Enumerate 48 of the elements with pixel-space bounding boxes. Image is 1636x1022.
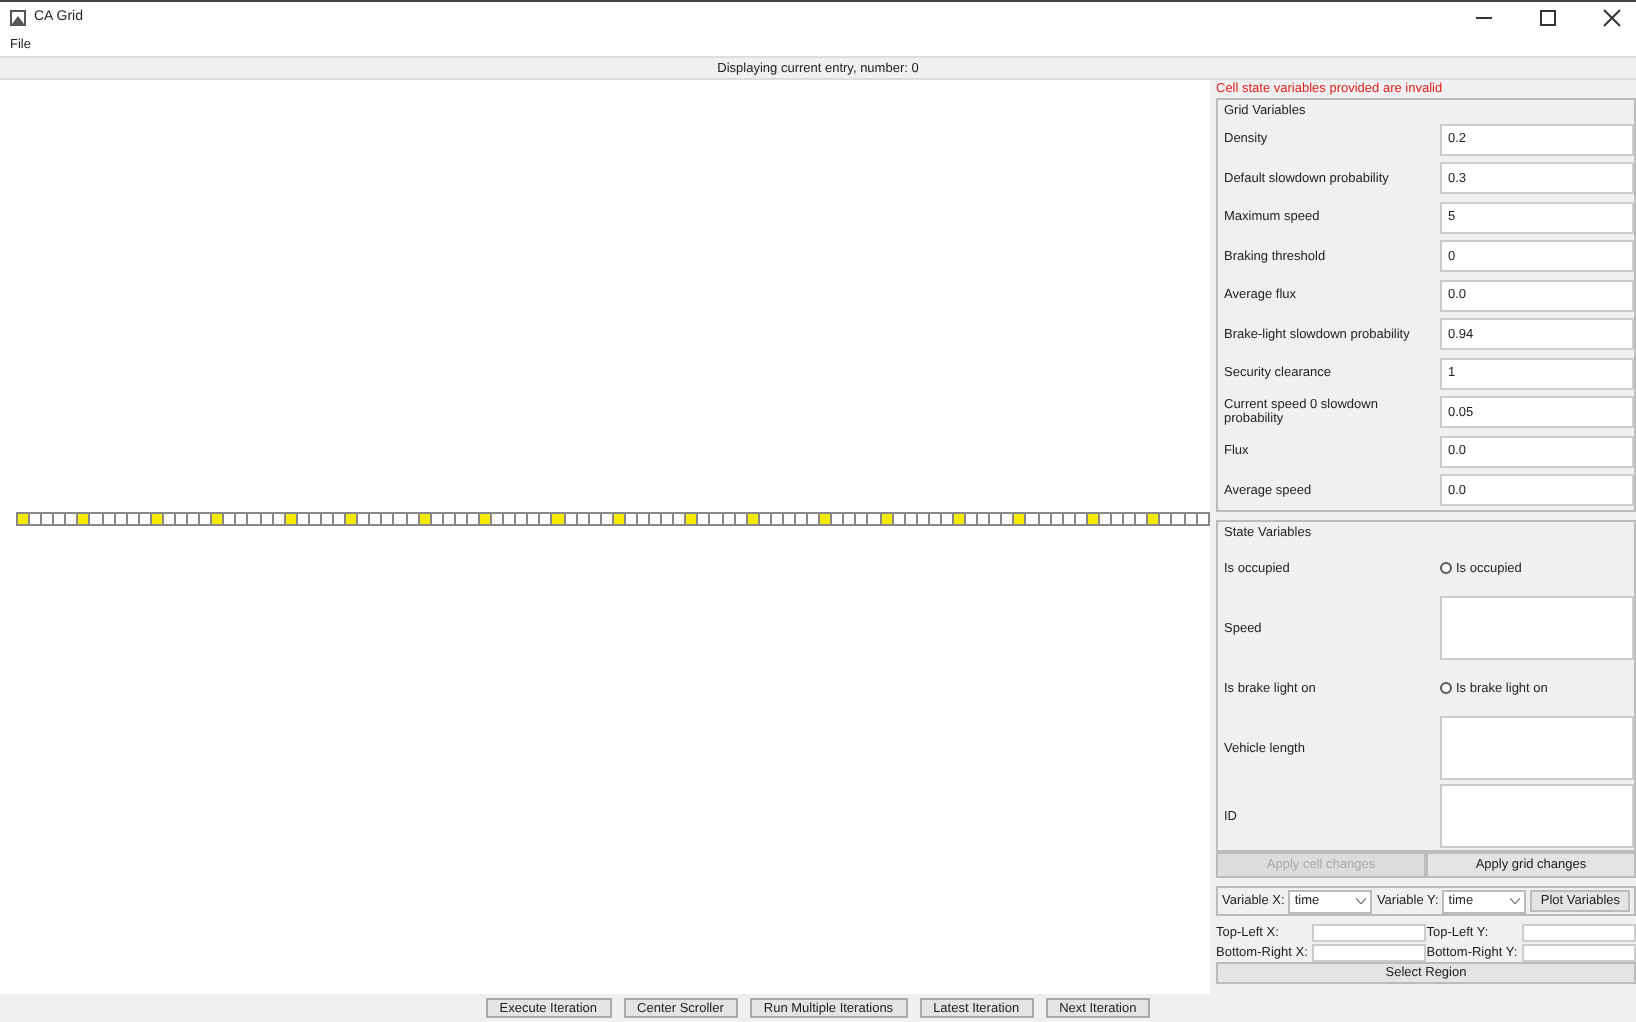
grid-cell[interactable] xyxy=(127,514,140,524)
grid-cell[interactable] xyxy=(115,514,128,524)
grid-cell[interactable] xyxy=(820,514,833,524)
input-field[interactable] xyxy=(1311,924,1427,942)
close-icon[interactable] xyxy=(1598,7,1626,27)
grid-cell[interactable] xyxy=(78,514,91,524)
grid-cell[interactable] xyxy=(613,514,626,524)
grid-cell[interactable] xyxy=(479,514,493,524)
grid-cell[interactable] xyxy=(1039,514,1052,524)
grid-cell[interactable] xyxy=(1148,514,1161,524)
grid-cell[interactable] xyxy=(1185,514,1198,524)
input-field[interactable] xyxy=(1521,924,1636,942)
grid-cell[interactable] xyxy=(954,514,967,524)
grid-cell[interactable] xyxy=(346,514,359,524)
grid-cell[interactable] xyxy=(723,514,736,524)
grid-cell[interactable] xyxy=(1051,514,1064,524)
grid-cell[interactable] xyxy=(151,514,164,524)
grid-cell[interactable] xyxy=(747,514,760,524)
grid-cell[interactable] xyxy=(735,514,748,524)
grid-cell[interactable] xyxy=(419,514,432,524)
input-field[interactable] xyxy=(1311,944,1427,962)
grid-cell[interactable] xyxy=(881,514,894,524)
grid-cell[interactable] xyxy=(261,514,274,524)
grid-cell[interactable] xyxy=(1063,514,1076,524)
caret-icon xyxy=(1510,898,1521,904)
grid-cell[interactable] xyxy=(443,514,456,524)
app-icon xyxy=(10,9,26,25)
grid-cell[interactable] xyxy=(212,514,225,524)
grid-cell[interactable] xyxy=(431,514,444,524)
grid-cell[interactable] xyxy=(407,514,420,524)
grid-cell[interactable] xyxy=(686,514,699,524)
grid-cell[interactable] xyxy=(552,514,566,524)
grid-cell[interactable] xyxy=(905,514,918,524)
radio-button[interactable] xyxy=(1440,562,1452,574)
caret-icon xyxy=(1356,898,1367,904)
grid-cell[interactable] xyxy=(18,514,31,524)
grid-cell[interactable] xyxy=(589,514,602,524)
radio-button[interactable] xyxy=(1440,682,1452,694)
grid-cell[interactable] xyxy=(103,514,116,524)
grid-cell[interactable] xyxy=(577,514,590,524)
input-field[interactable] xyxy=(1521,944,1636,962)
grid-cell[interactable] xyxy=(273,514,286,524)
grid-cell[interactable] xyxy=(285,514,298,524)
grid-cell[interactable] xyxy=(1087,514,1100,524)
grid-cell[interactable] xyxy=(1014,514,1027,524)
maximize-icon[interactable] xyxy=(1534,7,1562,27)
grid-cell[interactable] xyxy=(893,514,906,524)
grid-cell[interactable] xyxy=(565,514,578,524)
